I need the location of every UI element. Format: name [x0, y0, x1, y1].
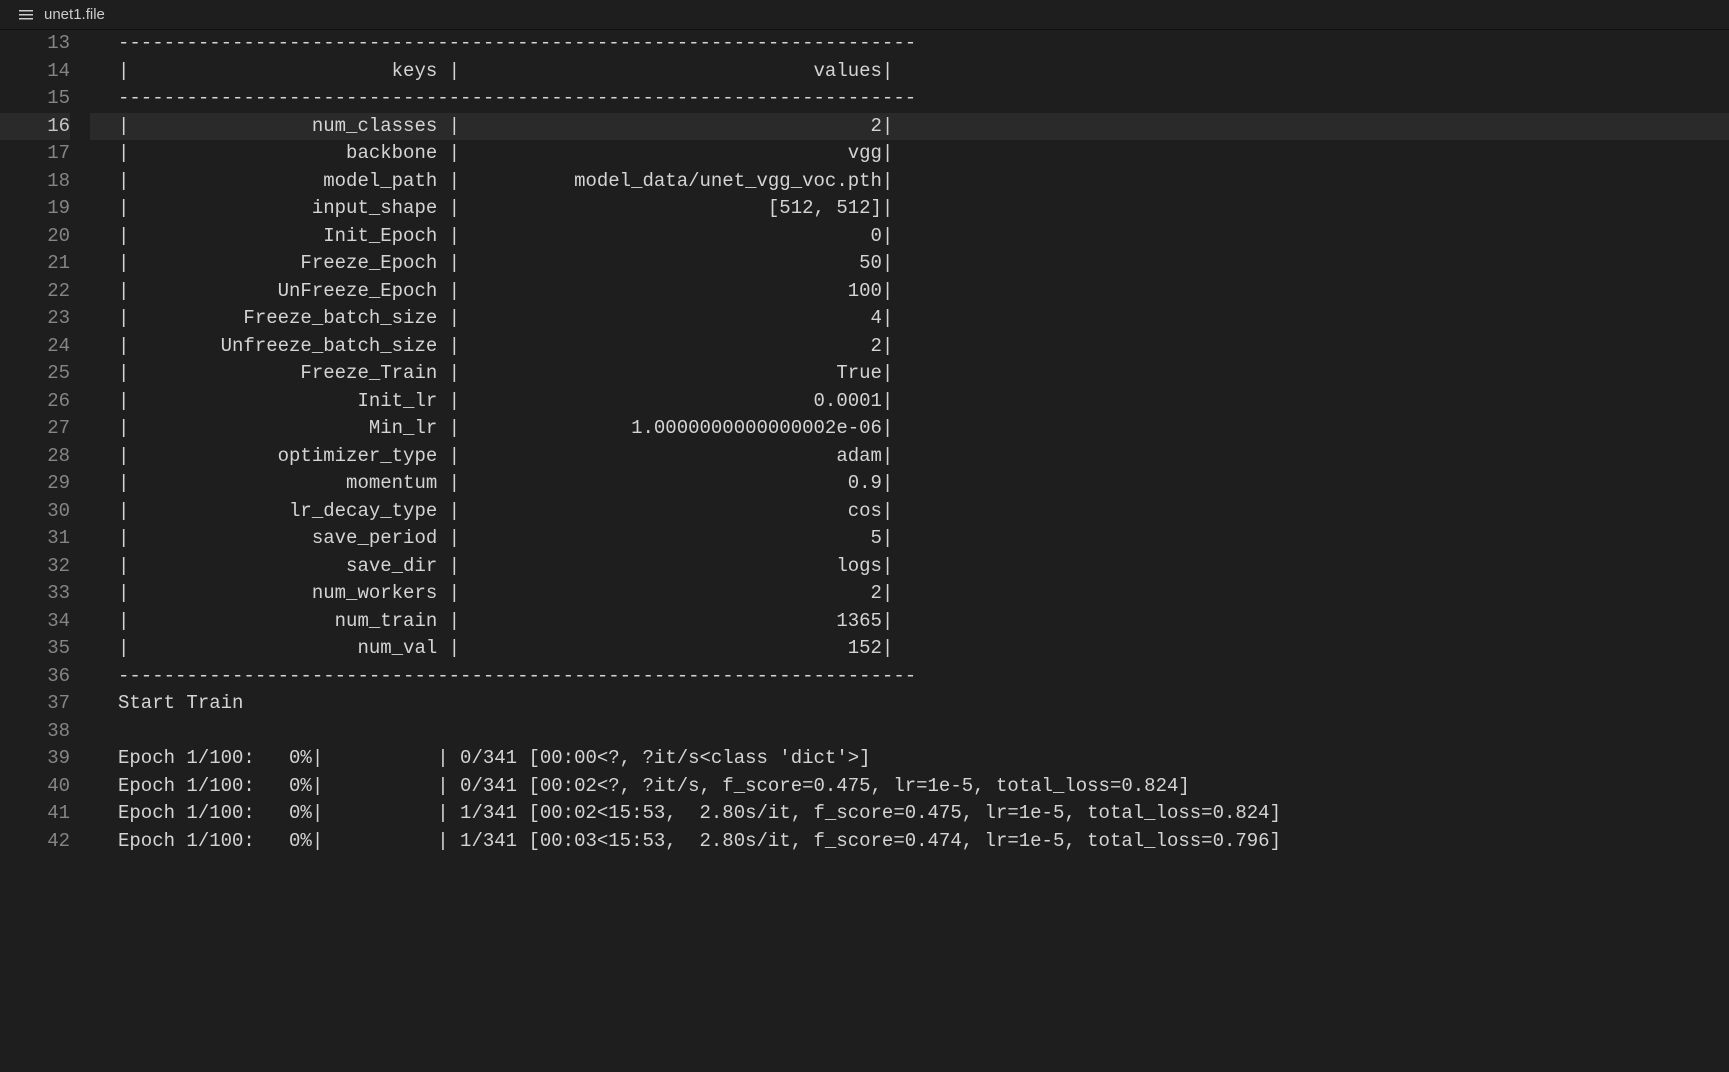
line-number: 14 [0, 58, 70, 86]
line-number: 16 [0, 113, 70, 141]
line-number: 31 [0, 525, 70, 553]
code-line[interactable] [90, 718, 1729, 746]
code-line[interactable]: | Freeze_batch_size | 4| [90, 305, 1729, 333]
line-number: 21 [0, 250, 70, 278]
code-line[interactable]: Start Train [90, 690, 1729, 718]
code-line[interactable]: | num_val | 152| [90, 635, 1729, 663]
code-line[interactable]: | momentum | 0.9| [90, 470, 1729, 498]
code-line[interactable]: | num_workers | 2| [90, 580, 1729, 608]
line-number: 13 [0, 30, 70, 58]
code-line[interactable]: | save_dir | logs| [90, 553, 1729, 581]
code-line[interactable]: | num_train | 1365| [90, 608, 1729, 636]
code-line[interactable]: | Init_lr | 0.0001| [90, 388, 1729, 416]
line-number: 20 [0, 223, 70, 251]
line-number: 36 [0, 663, 70, 691]
code-line[interactable]: ----------------------------------------… [90, 663, 1729, 691]
code-line[interactable]: | lr_decay_type | cos| [90, 498, 1729, 526]
line-number: 29 [0, 470, 70, 498]
line-number: 18 [0, 168, 70, 196]
code-line[interactable]: | optimizer_type | adam| [90, 443, 1729, 471]
code-line[interactable]: | UnFreeze_Epoch | 100| [90, 278, 1729, 306]
line-number: 40 [0, 773, 70, 801]
code-line[interactable]: | input_shape | [512, 512]| [90, 195, 1729, 223]
code-line[interactable]: | Freeze_Epoch | 50| [90, 250, 1729, 278]
code-line[interactable]: | Min_lr | 1.0000000000000002e-06| [90, 415, 1729, 443]
line-number: 41 [0, 800, 70, 828]
line-number: 17 [0, 140, 70, 168]
line-number: 34 [0, 608, 70, 636]
editor[interactable]: 1314151617181920212223242526272829303132… [0, 30, 1729, 1072]
file-title: unet1.file [44, 6, 105, 23]
code-line[interactable]: Epoch 1/100: 0%| | 0/341 [00:02<?, ?it/s… [90, 773, 1729, 801]
line-number: 33 [0, 580, 70, 608]
code-line[interactable]: Epoch 1/100: 0%| | 1/341 [00:02<15:53, 2… [90, 800, 1729, 828]
code-line[interactable]: | model_path | model_data/unet_vgg_voc.p… [90, 168, 1729, 196]
code-line[interactable]: | keys | values| [90, 58, 1729, 86]
code-line[interactable]: | backbone | vgg| [90, 140, 1729, 168]
line-number: 39 [0, 745, 70, 773]
code-area[interactable]: ----------------------------------------… [90, 30, 1729, 1072]
code-line[interactable]: Epoch 1/100: 0%| | 1/341 [00:03<15:53, 2… [90, 828, 1729, 856]
code-line[interactable]: Epoch 1/100: 0%| | 0/341 [00:00<?, ?it/s… [90, 745, 1729, 773]
line-number: 24 [0, 333, 70, 361]
line-number: 25 [0, 360, 70, 388]
line-number: 19 [0, 195, 70, 223]
menu-icon[interactable] [18, 7, 34, 23]
line-number: 23 [0, 305, 70, 333]
line-number-gutter: 1314151617181920212223242526272829303132… [0, 30, 90, 1072]
line-number: 30 [0, 498, 70, 526]
code-line[interactable]: ----------------------------------------… [90, 85, 1729, 113]
code-line[interactable]: | num_classes | 2| [90, 113, 1729, 141]
line-number: 22 [0, 278, 70, 306]
line-number: 42 [0, 828, 70, 856]
code-line[interactable]: | Init_Epoch | 0| [90, 223, 1729, 251]
code-line[interactable]: | Unfreeze_batch_size | 2| [90, 333, 1729, 361]
line-number: 15 [0, 85, 70, 113]
line-number: 26 [0, 388, 70, 416]
line-number: 35 [0, 635, 70, 663]
line-number: 28 [0, 443, 70, 471]
line-number: 37 [0, 690, 70, 718]
code-line[interactable]: ----------------------------------------… [90, 30, 1729, 58]
line-number: 38 [0, 718, 70, 746]
titlebar: unet1.file [0, 0, 1729, 30]
code-line[interactable]: | save_period | 5| [90, 525, 1729, 553]
line-number: 32 [0, 553, 70, 581]
line-number: 27 [0, 415, 70, 443]
code-line[interactable]: | Freeze_Train | True| [90, 360, 1729, 388]
